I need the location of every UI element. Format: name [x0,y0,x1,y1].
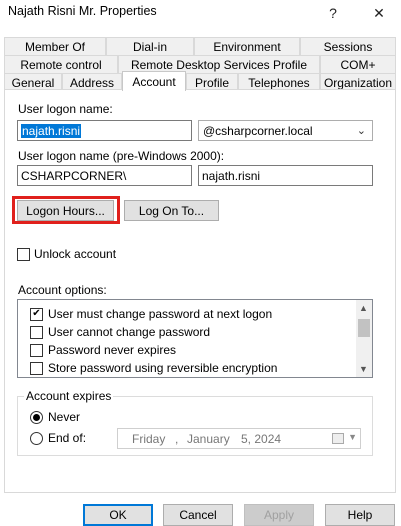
unlock-account-label: Unlock account [34,247,117,261]
pre2000-domain-value: CSHARPCORNER\ [21,168,127,183]
list-item[interactable]: Store password using reversible encrypti… [30,361,277,375]
never-option[interactable]: Never [30,410,80,424]
option-label: Store password using reversible encrypti… [48,361,278,375]
list-item[interactable]: ✔ User must change password at next logo… [30,307,272,321]
logon-name-label: User logon name: [18,102,113,116]
option-checkbox-password-never-expires[interactable] [30,343,43,357]
tab-environment[interactable]: Environment [194,37,300,55]
date-weekday: Friday [132,432,166,446]
tab-sessions[interactable]: Sessions [300,37,396,55]
option-label: User must change password at next logon [48,307,273,321]
chevron-down-icon: ⌄ [356,125,366,137]
apply-button[interactable]: Apply [244,504,314,526]
end-of-option[interactable]: End of: [30,431,86,445]
tab-dial-in[interactable]: Dial-in [106,37,194,55]
account-options-label: Account options: [18,283,107,297]
unlock-account-option[interactable]: Unlock account [17,247,116,261]
list-item[interactable]: User cannot change password [30,325,210,339]
pre2000-label: User logon name (pre-Windows 2000): [18,149,225,163]
account-options-list[interactable]: ✔ User must change password at next logo… [17,299,373,378]
close-icon[interactable]: ✕ [356,0,401,26]
calendar-icon[interactable] [332,433,344,444]
logon-name-field[interactable]: najath.risni [17,120,192,141]
help-button[interactable]: Help [325,504,395,526]
expiry-date-picker[interactable]: Friday , January 5, 2024 ▼ [117,428,361,449]
end-of-radio[interactable] [30,431,43,445]
logon-hours-button[interactable]: Logon Hours... [17,200,114,221]
help-icon[interactable]: ? [310,0,356,26]
window-title: Najath Risni Mr. Properties [8,4,157,18]
scroll-thumb[interactable] [358,319,370,337]
tab-com-plus[interactable]: COM+ [320,55,396,73]
date-separator: , [175,432,179,446]
option-checkbox-must-change-password[interactable]: ✔ [30,307,43,321]
options-scrollbar[interactable]: ▲ ▼ [356,300,372,377]
option-label: Password never expires [48,343,177,357]
pre2000-user-field[interactable]: najath.risni [198,165,373,186]
option-label: User cannot change password [48,325,211,339]
option-checkbox-cannot-change-password[interactable] [30,325,43,339]
domain-select[interactable]: @csharpcorner.local ⌄ [198,120,373,141]
scroll-down-icon[interactable]: ▼ [359,364,368,374]
never-radio[interactable] [30,410,43,424]
date-day-year: 5, 2024 [241,432,282,446]
unlock-account-checkbox[interactable] [17,247,30,261]
pre2000-domain-field[interactable]: CSHARPCORNER\ [17,165,192,186]
tab-remote-control[interactable]: Remote control [4,55,118,73]
cancel-button[interactable]: Cancel [163,504,233,526]
domain-value: @csharpcorner.local [203,123,313,138]
never-label: Never [48,410,81,424]
chevron-down-icon[interactable]: ▼ [348,432,357,442]
ok-button[interactable]: OK [83,504,153,526]
logon-name-value: najath.risni [21,123,82,138]
account-expires-legend: Account expires [24,389,114,403]
pre2000-user-value: najath.risni [202,168,261,183]
log-on-to-button[interactable]: Log On To... [124,200,219,221]
tab-account[interactable]: Account [122,71,186,91]
date-month: January [187,432,230,446]
option-checkbox-reversible-encryption[interactable] [30,361,43,375]
list-item[interactable]: Password never expires [30,343,176,357]
tab-member-of[interactable]: Member Of [4,37,106,55]
scroll-up-icon[interactable]: ▲ [359,303,368,313]
end-of-label: End of: [48,431,87,445]
